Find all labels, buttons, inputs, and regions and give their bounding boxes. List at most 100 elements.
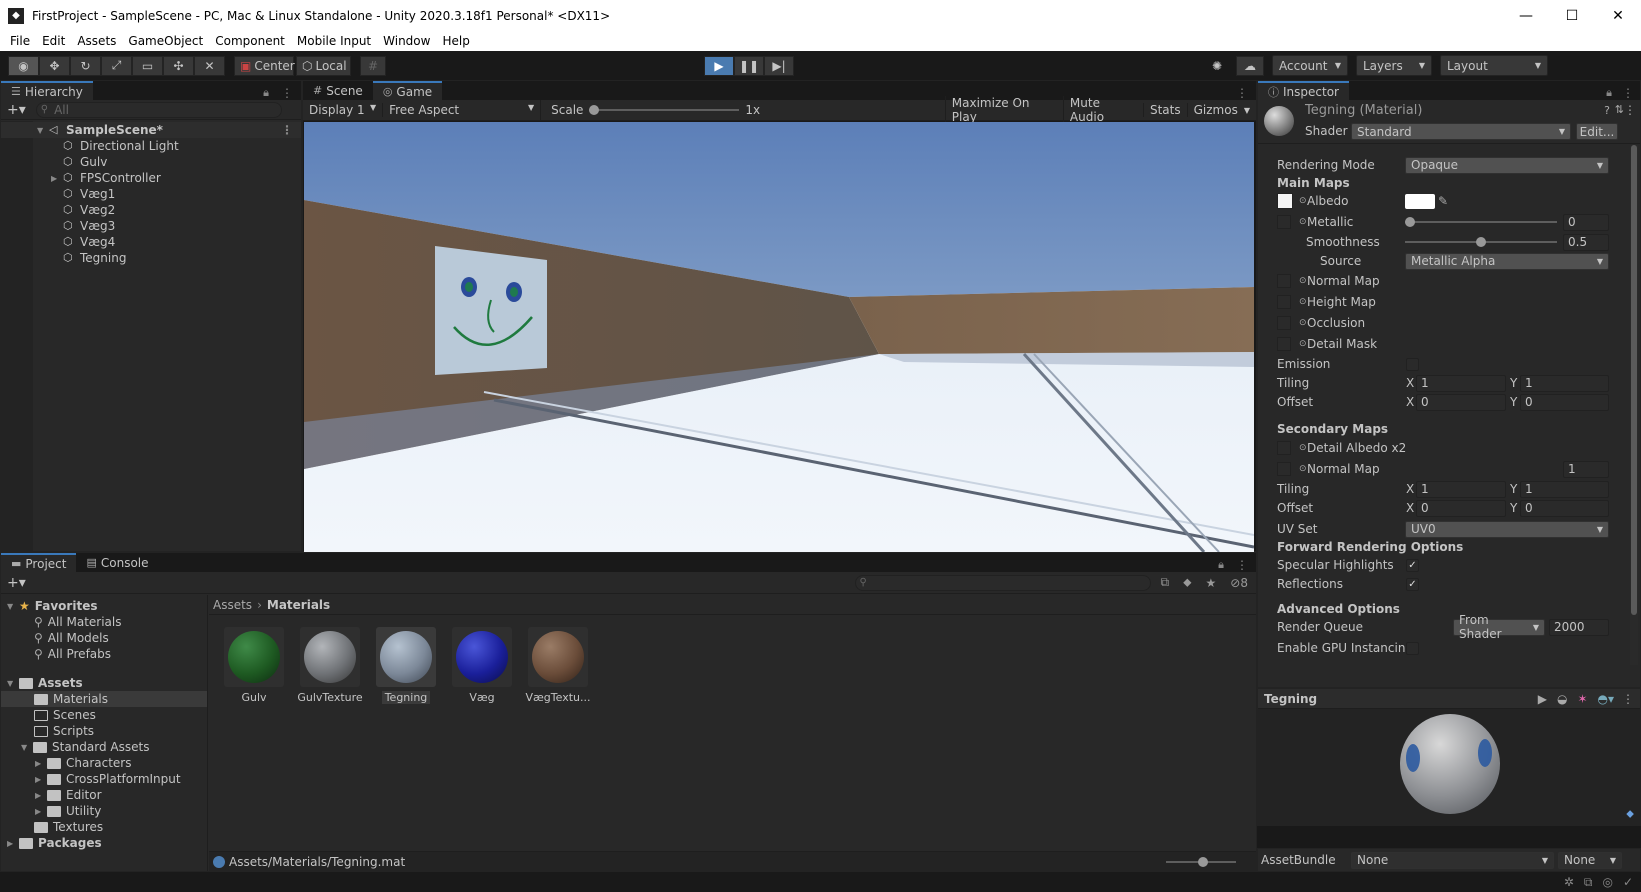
- tab-scene[interactable]: # Scene: [303, 81, 373, 100]
- tiling-y-field[interactable]: 1: [1520, 374, 1609, 392]
- more-menu-icon[interactable]: ⋮: [1236, 558, 1248, 572]
- hierarchy-item[interactable]: ▶ ⬡ FPSController: [1, 170, 301, 186]
- metallic-texture-slot[interactable]: [1277, 215, 1291, 229]
- menu-mobile-input[interactable]: Mobile Input: [291, 34, 377, 48]
- expand-arrow-icon[interactable]: ▼: [7, 602, 19, 611]
- packages-root-row[interactable]: ▶ Packages: [1, 835, 207, 851]
- breadcrumb-current[interactable]: Materials: [267, 598, 330, 612]
- asset-item-selected[interactable]: Tegning: [373, 627, 439, 704]
- services-icon[interactable]: ✺: [1204, 56, 1230, 76]
- expand-arrow-icon[interactable]: ▼: [21, 743, 33, 752]
- add-icon[interactable]: +▾: [7, 102, 26, 118]
- secondary-normal-scale-field[interactable]: 1: [1563, 460, 1609, 478]
- preset-icon[interactable]: ⇅: [1615, 103, 1624, 116]
- texture-picker-icon[interactable]: ⊙: [1299, 276, 1307, 286]
- tab-game[interactable]: ◎ Game: [372, 81, 443, 100]
- inspector-scroll-thumb[interactable]: [1631, 145, 1637, 615]
- collapse-arrow-icon[interactable]: ▶: [51, 174, 63, 183]
- transform-tool-icon[interactable]: ✣: [163, 55, 194, 76]
- reflections-checkbox[interactable]: ✓: [1406, 577, 1419, 591]
- texture-picker-icon[interactable]: ⊙: [1299, 339, 1307, 349]
- folder-item[interactable]: Scenes: [1, 707, 207, 723]
- lock-icon[interactable]: 🔒︎: [1218, 558, 1224, 572]
- tab-hierarchy[interactable]: ☰ Hierarchy: [1, 81, 93, 100]
- grid-snap-icon[interactable]: #: [360, 55, 386, 76]
- context-menu-icon[interactable]: ⋮: [1624, 103, 1636, 117]
- account-dropdown[interactable]: Account ▼: [1272, 55, 1348, 76]
- stats-toggle[interactable]: Stats: [1142, 103, 1187, 117]
- secondary-offset-y-field[interactable]: 0: [1520, 499, 1609, 517]
- secondary-tiling-x-field[interactable]: 1: [1416, 480, 1506, 498]
- secondary-tiling-y-field[interactable]: 1: [1520, 480, 1609, 498]
- folder-item[interactable]: ▼ Standard Assets: [1, 739, 207, 755]
- rotate-tool-icon[interactable]: ↻: [70, 55, 101, 76]
- folder-item-selected[interactable]: Materials: [1, 691, 207, 707]
- source-dropdown[interactable]: Metallic Alpha ▼: [1405, 252, 1609, 270]
- progress-icon[interactable]: ⧉: [1584, 875, 1593, 890]
- more-menu-icon[interactable]: ⋮: [281, 86, 293, 100]
- maximize-button[interactable]: ☐: [1549, 0, 1595, 31]
- scene-menu-icon[interactable]: ⋮: [281, 123, 293, 137]
- favorite-item[interactable]: ⚲ All Prefabs: [1, 646, 207, 662]
- project-search-input[interactable]: ⚲: [854, 574, 1151, 591]
- expand-arrow-icon[interactable]: ▼: [37, 126, 49, 135]
- height-map-texture-slot[interactable]: [1277, 295, 1291, 309]
- step-button[interactable]: ▶|: [764, 55, 794, 76]
- collapse-arrow-icon[interactable]: ▶: [35, 807, 47, 816]
- asset-item[interactable]: GulvTexture: [297, 627, 363, 704]
- texture-picker-icon[interactable]: ⊙: [1299, 464, 1307, 474]
- debug-icon[interactable]: ✲: [1564, 875, 1574, 889]
- menu-assets[interactable]: Assets: [71, 34, 122, 48]
- move-tool-icon[interactable]: ✥: [39, 55, 70, 76]
- rect-tool-icon[interactable]: ▭: [132, 55, 163, 76]
- albedo-texture-slot[interactable]: [1277, 193, 1293, 209]
- aspect-dropdown[interactable]: Free Aspect ▼: [382, 103, 540, 117]
- tab-project[interactable]: ▬ Project: [1, 553, 77, 572]
- specular-checkbox[interactable]: ✓: [1406, 558, 1419, 572]
- folder-item[interactable]: Textures: [1, 819, 207, 835]
- rendering-mode-dropdown[interactable]: Opaque ▼: [1405, 156, 1609, 174]
- asset-item[interactable]: VægTextu...: [525, 627, 591, 704]
- folder-item[interactable]: ▶ Utility: [1, 803, 207, 819]
- eyedropper-icon[interactable]: ✎: [1438, 194, 1448, 208]
- hierarchy-item[interactable]: ⬡ Gulv: [1, 154, 301, 170]
- preview-shape-icon[interactable]: ◓▾: [1598, 692, 1615, 706]
- slider-knob[interactable]: [1198, 856, 1208, 867]
- collapse-arrow-icon[interactable]: ▶: [35, 759, 47, 768]
- hierarchy-item[interactable]: ⬡ Væg2: [1, 202, 301, 218]
- hierarchy-search-input[interactable]: ⚲ All: [35, 101, 282, 118]
- favorite-item[interactable]: ⚲ All Models: [1, 630, 207, 646]
- occlusion-texture-slot[interactable]: [1277, 316, 1291, 330]
- scale-tool-icon[interactable]: ⤢: [101, 55, 132, 76]
- shader-dropdown[interactable]: Standard ▼: [1351, 123, 1571, 140]
- albedo-color-swatch[interactable]: [1405, 193, 1435, 209]
- game-viewport[interactable]: [304, 122, 1254, 552]
- render-queue-mode-dropdown[interactable]: From Shader ▼: [1453, 613, 1545, 641]
- lock-icon[interactable]: 🔒︎: [1606, 86, 1612, 100]
- favorite-star-icon[interactable]: ★: [1206, 576, 1217, 590]
- assetbundle-dropdown[interactable]: None ▼: [1351, 851, 1554, 869]
- metallic-slider[interactable]: [1405, 221, 1557, 223]
- secondary-normal-texture-slot[interactable]: [1277, 462, 1291, 476]
- scale-slider[interactable]: [589, 100, 740, 120]
- texture-picker-icon[interactable]: ⊙: [1299, 318, 1307, 328]
- collapse-arrow-icon[interactable]: ▶: [35, 791, 47, 800]
- offset-x-field[interactable]: 0: [1416, 393, 1506, 411]
- hierarchy-item[interactable]: ⬡ Væg4: [1, 234, 301, 250]
- hierarchy-item[interactable]: ⬡ Tegning: [1, 250, 301, 266]
- breadcrumb-root[interactable]: Assets: [213, 598, 252, 612]
- normal-map-texture-slot[interactable]: [1277, 274, 1291, 288]
- folder-item[interactable]: ▶ CrossPlatformInput: [1, 771, 207, 787]
- menu-help[interactable]: Help: [436, 34, 475, 48]
- metallic-slider-knob[interactable]: [1405, 217, 1415, 227]
- menu-window[interactable]: Window: [377, 34, 436, 48]
- inspector-scrollbar[interactable]: [1630, 145, 1638, 665]
- asset-item[interactable]: Gulv: [221, 627, 287, 704]
- preview-light-icon[interactable]: ✶: [1577, 692, 1587, 706]
- gizmos-toggle[interactable]: Gizmos: [1186, 103, 1244, 117]
- expand-arrow-icon[interactable]: ▼: [7, 679, 19, 688]
- pause-button[interactable]: ❚❚: [734, 55, 764, 76]
- asset-item[interactable]: Væg: [449, 627, 515, 704]
- pivot-center-button[interactable]: ▣ Center: [234, 55, 295, 76]
- tiling-x-field[interactable]: 1: [1416, 374, 1506, 392]
